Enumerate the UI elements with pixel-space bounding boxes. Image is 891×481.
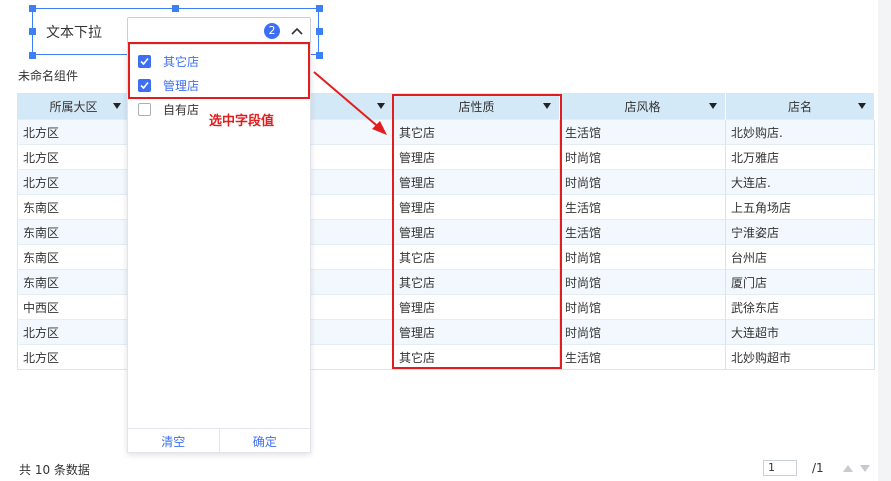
next-page-icon[interactable] <box>860 465 870 472</box>
checkbox[interactable] <box>138 102 151 116</box>
column-header[interactable]: 所属大区 <box>17 93 130 120</box>
table-cell: 大连超市 <box>725 319 875 345</box>
table-cell: 厦门店 <box>725 269 875 295</box>
chevron-up-icon[interactable] <box>289 24 305 40</box>
page-number-input[interactable]: 1 <box>763 460 797 476</box>
sort-down-icon[interactable] <box>709 103 717 109</box>
dropdown-footer: 清空 确定 <box>128 428 310 454</box>
table-cell: 北方区 <box>17 344 130 370</box>
dropdown-panel: 其它店 管理店 自有店 清空 确定 <box>127 44 311 454</box>
table-cell: 时尚馆 <box>559 169 726 195</box>
resize-handle[interactable] <box>316 28 323 35</box>
sort-down-icon[interactable] <box>858 103 866 109</box>
table-cell: 生活馆 <box>559 119 726 145</box>
column-header-label: 店风格 <box>624 100 661 114</box>
table-cell: 北方区 <box>17 144 130 170</box>
annotation-highlight-options <box>128 42 310 99</box>
column-header-label: 所属大区 <box>49 100 98 114</box>
table-cell: 东南区 <box>17 269 130 295</box>
table-cell: 北妙购店. <box>725 119 875 145</box>
filter-label: 文本下拉 <box>46 25 102 41</box>
column-header-label: 店名 <box>787 100 812 114</box>
table-cell: 北方区 <box>17 169 130 195</box>
table-cell: 台州店 <box>725 244 875 270</box>
table-cell: 上五角场店 <box>725 194 875 220</box>
resize-handle[interactable] <box>172 5 179 12</box>
table-cell: 武徐东店 <box>725 294 875 320</box>
column-header[interactable]: 店风格 <box>559 93 726 120</box>
table-cell: 宁淮姿店 <box>725 219 875 245</box>
table-cell: 大连店. <box>725 169 875 195</box>
page-total: /1 <box>812 461 824 475</box>
confirm-button[interactable]: 确定 <box>218 429 311 454</box>
resize-handle[interactable] <box>29 5 36 12</box>
scrollbar-track[interactable] <box>878 0 891 481</box>
table-cell: 时尚馆 <box>559 319 726 345</box>
clear-button[interactable]: 清空 <box>128 429 219 454</box>
column-header[interactable]: 店名 <box>725 93 875 120</box>
table-cell: 北方区 <box>17 319 130 345</box>
table-cell: 东南区 <box>17 194 130 220</box>
table-cell: 时尚馆 <box>559 294 726 320</box>
annotation-label: 选中字段值 <box>209 114 275 129</box>
table-cell: 时尚馆 <box>559 144 726 170</box>
resize-handle[interactable] <box>316 52 323 59</box>
option-label: 自有店 <box>163 102 200 117</box>
table-cell: 生活馆 <box>559 219 726 245</box>
annotation-arrow-icon <box>313 71 387 135</box>
table-cell: 时尚馆 <box>559 269 726 295</box>
table-cell: 生活馆 <box>559 194 726 220</box>
component-title: 未命名组件 <box>18 69 79 83</box>
table-cell: 北妙购超市 <box>725 344 875 370</box>
resize-handle[interactable] <box>29 52 36 59</box>
table-cell: 生活馆 <box>559 344 726 370</box>
table-cell: 北方区 <box>17 119 130 145</box>
sort-down-icon[interactable] <box>113 103 121 109</box>
table-cell: 东南区 <box>17 244 130 270</box>
annotation-highlight-column <box>392 94 562 369</box>
table-cell: 北万雅店 <box>725 144 875 170</box>
table-cell: 中西区 <box>17 294 130 320</box>
record-count: 共 10 条数据 <box>19 463 90 477</box>
resize-handle[interactable] <box>316 5 323 12</box>
table-cell: 时尚馆 <box>559 244 726 270</box>
resize-handle[interactable] <box>29 28 36 35</box>
selected-count-badge: 2 <box>264 23 280 39</box>
prev-page-icon[interactable] <box>843 465 853 472</box>
dropdown-select[interactable] <box>127 17 311 45</box>
table-cell: 东南区 <box>17 219 130 245</box>
dropdown-option[interactable]: 自有店 <box>138 100 199 118</box>
